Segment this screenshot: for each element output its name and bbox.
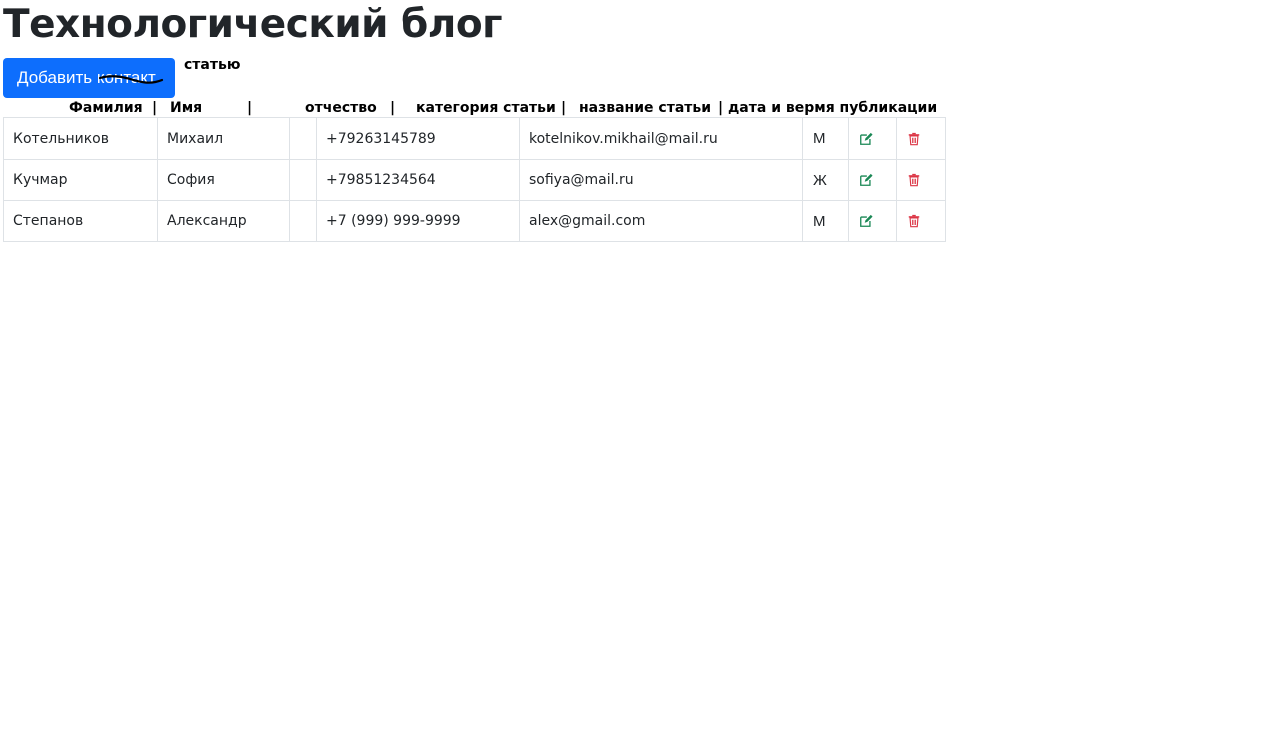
edit-icon[interactable]: [859, 214, 873, 228]
phone-cell: +79263145789: [316, 117, 520, 160]
name-cell: Михаил: [157, 117, 290, 160]
table-row: Котельников Михаил +79263145789 kotelnik…: [3, 117, 946, 160]
header-separator: |: [152, 100, 158, 116]
header-surname: Фамилия: [69, 100, 143, 116]
header-article-title: название статьи: [579, 100, 712, 116]
email-cell: alex@gmail.com: [519, 200, 803, 242]
header-category: категория статьи: [416, 100, 556, 116]
phone-cell: +7 (999) 999-9999: [316, 200, 520, 242]
header-patronymic: отчество: [305, 100, 377, 116]
delete-cell: [896, 159, 946, 201]
header-separator: |: [247, 100, 253, 116]
table-row: Степанов Александр +7 (999) 999-9999 ale…: [3, 200, 946, 242]
edit-cell: [848, 159, 897, 201]
overlay-article-word: статью: [184, 57, 241, 73]
column-header-strip: Фамилия | Имя | отчество | категория ста…: [0, 99, 945, 118]
delete-icon[interactable]: [907, 173, 921, 187]
patronymic-cell: [289, 117, 317, 160]
email-cell: sofiya@mail.ru: [519, 159, 803, 201]
edit-icon[interactable]: [859, 173, 873, 187]
page-title: Технологический блог: [3, 2, 503, 47]
patronymic-cell: [289, 200, 317, 242]
table-row: Кучмар София +79851234564 sofiya@mail.ru…: [3, 159, 946, 201]
header-datetime: дата и вермя публикации: [728, 100, 938, 116]
add-contact-button[interactable]: Добавить контакт: [3, 58, 175, 98]
header-separator: |: [561, 100, 567, 116]
gender-cell: М: [802, 200, 849, 242]
surname-cell: Степанов: [3, 200, 158, 242]
edit-cell: [848, 200, 897, 242]
name-cell: София: [157, 159, 290, 201]
edit-icon[interactable]: [859, 132, 873, 146]
delete-icon[interactable]: [907, 214, 921, 228]
gender-cell: Ж: [802, 159, 849, 201]
header-separator: |: [718, 100, 724, 116]
delete-cell: [896, 200, 946, 242]
surname-cell: Кучмар: [3, 159, 158, 201]
delete-icon[interactable]: [907, 132, 921, 146]
name-cell: Александр: [157, 200, 290, 242]
edit-cell: [848, 117, 897, 160]
header-separator: |: [390, 100, 396, 116]
header-name: Имя: [170, 100, 203, 116]
delete-cell: [896, 117, 946, 160]
contacts-table: Котельников Михаил +79263145789 kotelnik…: [3, 117, 946, 242]
phone-cell: +79851234564: [316, 159, 520, 201]
email-cell: kotelnikov.mikhail@mail.ru: [519, 117, 803, 160]
surname-cell: Котельников: [3, 117, 158, 160]
patronymic-cell: [289, 159, 317, 201]
gender-cell: М: [802, 117, 849, 160]
